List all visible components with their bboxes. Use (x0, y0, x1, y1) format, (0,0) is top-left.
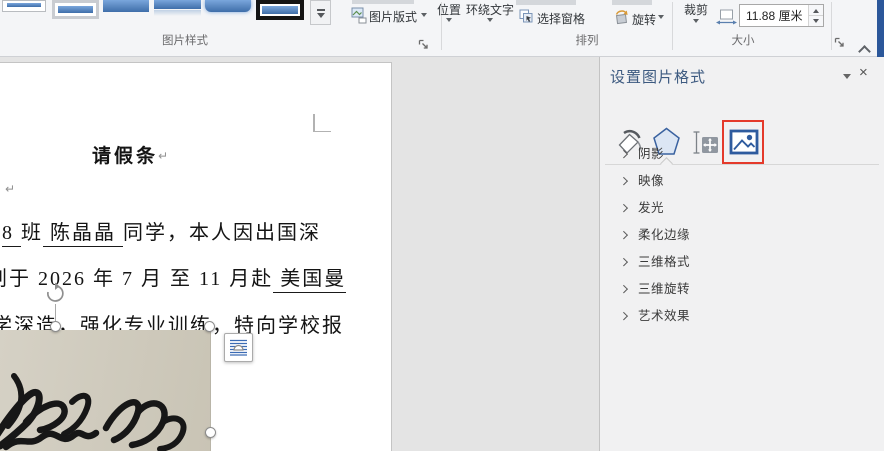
text-segment: 划于 2026 年 7 月 至 11 月赴 (0, 268, 273, 290)
pane-section-label: 柔化边缘 (638, 222, 690, 249)
wrap-text-dropdown-icon[interactable] (487, 18, 493, 22)
word-window: 图片版式 图片样式 位置 环绕文字 选择窗格 旋转 排列 (0, 0, 884, 451)
pane-section-艺术效果[interactable]: 艺术效果 (600, 303, 884, 330)
expand-chevron-icon (620, 285, 628, 293)
picture-styles-group-label: 图片样式 (90, 34, 280, 48)
width-icon (716, 9, 737, 26)
resize-handle-top-middle[interactable] (50, 321, 61, 332)
collapse-ribbon-icon[interactable] (860, 44, 870, 54)
selection-pane-button[interactable]: 选择窗格 (537, 10, 585, 27)
pane-section-label: 三维格式 (638, 249, 690, 276)
cutoff-button-fragment (352, 0, 414, 4)
picture-style-thumbnail[interactable] (154, 0, 201, 17)
margin-corner-mark (313, 114, 315, 132)
text-segment: 班 (21, 222, 43, 244)
pane-title: 设置图片格式 (610, 66, 706, 87)
expand-chevron-icon (620, 231, 628, 239)
rotate-handle[interactable] (44, 282, 66, 309)
size-group-label: 大小 (703, 34, 783, 48)
size-dialog-launcher-icon[interactable] (834, 37, 845, 48)
picture-style-thumbnail[interactable] (103, 0, 149, 12)
underlined-text-segment: 美国曼 (273, 268, 346, 293)
gallery-more-button[interactable] (310, 0, 331, 25)
picture-styles-dialog-launcher-icon[interactable] (418, 39, 429, 50)
width-decrement-button[interactable] (808, 16, 823, 27)
expand-chevron-icon (620, 258, 628, 266)
layout-options-button[interactable] (224, 333, 253, 362)
picture-style-thumbnail[interactable] (256, 0, 304, 20)
ribbon-picture-format-tab: 图片版式 图片样式 位置 环绕文字 选择窗格 旋转 排列 (0, 0, 884, 57)
picture-style-thumbnail[interactable] (52, 0, 99, 19)
picture-layout-button[interactable]: 图片版式 (369, 8, 417, 25)
expand-chevron-icon (620, 312, 628, 320)
pane-section-label: 发光 (638, 195, 664, 222)
pane-close-button[interactable]: × (859, 64, 868, 82)
expand-chevron-icon (620, 150, 628, 158)
text-segment: 同学，本人因出国深 (123, 222, 321, 244)
paragraph-mark: ↵ (5, 182, 15, 196)
expand-chevron-icon (620, 177, 628, 185)
arrange-group-label: 排列 (537, 34, 637, 48)
position-button[interactable]: 位置 (437, 1, 461, 18)
crop-button[interactable]: 裁剪 (684, 1, 708, 18)
width-increment-button[interactable] (808, 5, 823, 16)
rotate-icon (613, 9, 630, 25)
picture-layout-icon (351, 6, 367, 24)
picture-layout-dropdown-icon[interactable] (421, 13, 427, 17)
layout-options-icon (229, 338, 248, 357)
pane-section-label: 映像 (638, 168, 664, 195)
crop-dropdown-icon[interactable] (693, 19, 699, 23)
pane-section-柔化边缘[interactable]: 柔化边缘 (600, 222, 884, 249)
rotate-button[interactable]: 旋转 (632, 11, 656, 28)
picture-style-thumbnail[interactable] (205, 0, 251, 12)
pane-section-发光[interactable]: 发光 (600, 195, 884, 222)
margin-corner-mark (313, 131, 331, 133)
pane-section-label: 艺术效果 (638, 303, 690, 330)
pane-menu-dropdown-icon[interactable] (843, 74, 851, 79)
pane-section-三维旋转[interactable]: 三维旋转 (600, 276, 884, 303)
underlined-text-segment: 陈晶晶 (43, 222, 123, 247)
selection-pane-icon (519, 9, 534, 24)
picture-style-thumbnail[interactable] (2, 0, 46, 12)
window-edge-accent (877, 0, 884, 57)
resize-handle-right-middle[interactable] (205, 427, 216, 438)
document-page[interactable]: 请假条 ↵ ↵ 8 班 陈晶晶 同学，本人因出国深 划于 2026 年 7 月 … (0, 62, 392, 451)
expand-chevron-icon (620, 204, 628, 212)
shape-width-input[interactable] (740, 5, 806, 26)
signature-image[interactable] (0, 330, 211, 451)
rotate-dropdown-icon[interactable] (658, 15, 664, 19)
signature-strokes (0, 330, 211, 451)
resize-handle-top-right[interactable] (204, 321, 215, 332)
effects-section-list: 阴影映像发光柔化边缘三维格式三维旋转艺术效果 (600, 141, 884, 330)
underlined-text-segment: 8 (2, 222, 21, 247)
wrap-text-button[interactable]: 环绕文字 (466, 1, 514, 18)
pane-section-三维格式[interactable]: 三维格式 (600, 249, 884, 276)
cutoff-button-fragment (612, 0, 652, 5)
paragraph-mark: ↵ (158, 149, 168, 163)
annotation-highlight-box (722, 120, 764, 164)
shape-width-spinner (739, 4, 824, 27)
gallery-more-icon (315, 9, 327, 19)
pane-section-映像[interactable]: 映像 (600, 168, 884, 195)
position-dropdown-icon[interactable] (446, 18, 452, 22)
document-text-line[interactable]: 8 班 陈晶晶 同学，本人因出国深 (2, 216, 321, 245)
document-title[interactable]: 请假条 (92, 141, 158, 168)
format-picture-pane: 设置图片格式 × (599, 57, 884, 451)
pane-section-label: 三维旋转 (638, 276, 690, 303)
cutoff-button-fragment (516, 0, 576, 5)
